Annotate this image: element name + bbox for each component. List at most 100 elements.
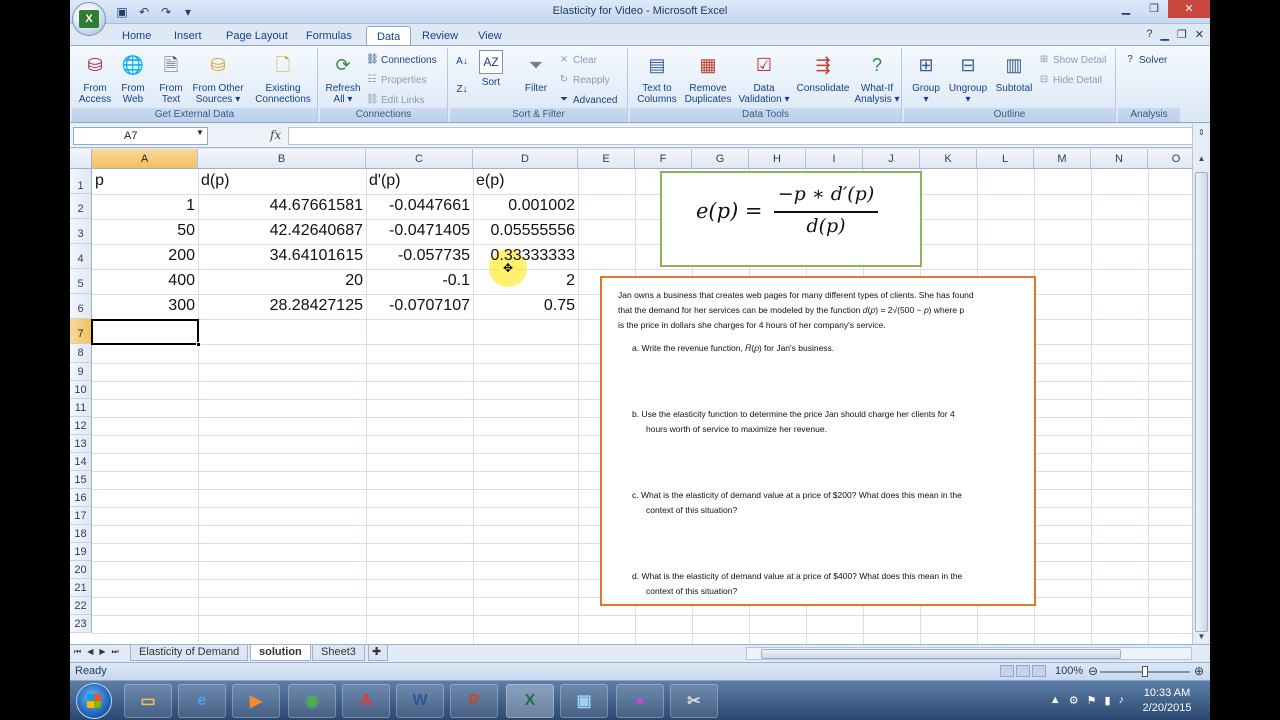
cell-c6[interactable]: -0.0707107 — [366, 297, 473, 315]
volume-icon[interactable]: ♪ — [1119, 694, 1125, 707]
chrome-icon[interactable]: ◉ — [288, 684, 336, 718]
cell-a1[interactable]: p — [92, 172, 198, 194]
cell-b3[interactable]: 42.42640687 — [198, 222, 366, 240]
ungroup-button[interactable]: ⊟ Ungroup ▾ — [946, 50, 990, 106]
ribbon-minimize-icon[interactable]: ▁ — [1160, 28, 1168, 41]
cell-b2[interactable]: 44.67661581 — [198, 197, 366, 215]
tab-insert[interactable]: Insert — [164, 26, 212, 46]
data-validation-button[interactable]: ☑ Data Validation ▾ — [736, 50, 792, 106]
split-box-icon[interactable]: ⇕ — [1193, 128, 1210, 142]
from-text-button[interactable]: 🗎 From Text — [154, 50, 188, 106]
row-header-1[interactable]: 1 — [70, 169, 92, 194]
column-header-j[interactable]: J — [863, 149, 920, 169]
column-header-b[interactable]: B — [198, 149, 366, 169]
help-icon[interactable]: ? — [1146, 28, 1152, 41]
row-header-10[interactable]: 10 — [70, 381, 92, 399]
tray-app-icon[interactable]: ⚙ — [1069, 694, 1079, 707]
formula-input[interactable] — [288, 127, 1198, 145]
connections-button[interactable]: ⛓ Connections — [366, 54, 437, 66]
photo-viewer-icon[interactable]: ▣ — [560, 684, 608, 718]
what-if-analysis-button[interactable]: ? What-If Analysis ▾ — [854, 50, 900, 106]
vertical-scrollbar[interactable]: ⇕ ▲ ▼ — [1192, 124, 1210, 646]
cell-c3[interactable]: -0.0471405 — [366, 222, 473, 240]
tab-home[interactable]: Home — [112, 26, 161, 46]
active-cell-a7[interactable] — [91, 319, 201, 347]
fill-handle[interactable] — [196, 342, 201, 347]
show-detail-button[interactable]: ⊞ Show Detail — [1038, 54, 1107, 66]
sheet-tab-elasticity-of-demand[interactable]: Elasticity of Demand — [130, 645, 249, 661]
zoom-level[interactable]: 100% — [1055, 665, 1083, 677]
cell-b4[interactable]: 34.64101615 — [198, 247, 366, 265]
cell-c1[interactable]: d'(p) — [366, 172, 473, 194]
row-header-18[interactable]: 18 — [70, 525, 92, 543]
snipping-tool-icon[interactable]: ✂ — [670, 684, 718, 718]
cell-a2[interactable]: 1 — [92, 197, 198, 215]
refresh-all-button[interactable]: ⟳ Refresh All ▾ — [324, 50, 362, 106]
cell-a6[interactable]: 300 — [92, 297, 198, 315]
cell-c2[interactable]: -0.0447661 — [366, 197, 473, 215]
action-center-icon[interactable]: ⚑ — [1087, 694, 1097, 707]
row-header-3[interactable]: 3 — [70, 219, 92, 244]
text-to-columns-button[interactable]: ▤ Text to Columns — [634, 50, 680, 106]
show-hidden-icons-icon[interactable]: ▲ — [1050, 694, 1061, 707]
row-header-5[interactable]: 5 — [70, 269, 92, 294]
horizontal-scrollbar[interactable] — [746, 647, 1192, 660]
workbook-close-icon[interactable]: ✕ — [1195, 28, 1204, 41]
scroll-up-icon[interactable]: ▲ — [1193, 154, 1210, 168]
reapply-button[interactable]: ↻ Reapply — [558, 74, 610, 86]
row-header-20[interactable]: 20 — [70, 561, 92, 579]
next-sheet-icon[interactable]: ▶ — [99, 647, 105, 657]
cell-a4[interactable]: 200 — [92, 247, 198, 265]
elasticity-formula-image[interactable]: e(p) = −p ∗ d′(p) d(p) — [660, 171, 922, 267]
maximize-icon[interactable]: ❐ — [1140, 0, 1168, 18]
name-box-dropdown-icon[interactable]: ▼ — [196, 128, 204, 137]
normal-view-icon[interactable] — [1000, 665, 1014, 677]
tab-formulas[interactable]: Formulas — [296, 26, 362, 46]
sort-z-a-button[interactable]: Z↓ — [454, 84, 470, 96]
column-header-i[interactable]: I — [806, 149, 863, 169]
row-header-21[interactable]: 21 — [70, 579, 92, 597]
cell-b5[interactable]: 20 — [198, 272, 366, 290]
row-header-9[interactable]: 9 — [70, 363, 92, 381]
cell-a5[interactable]: 400 — [92, 272, 198, 290]
tab-view[interactable]: View — [468, 26, 512, 46]
row-header-16[interactable]: 16 — [70, 489, 92, 507]
column-header-c[interactable]: C — [366, 149, 473, 169]
cell-d2[interactable]: 0.001002 — [473, 197, 578, 215]
column-header-m[interactable]: M — [1034, 149, 1091, 169]
column-header-d[interactable]: D — [473, 149, 578, 169]
row-header-14[interactable]: 14 — [70, 453, 92, 471]
column-header-l[interactable]: L — [977, 149, 1034, 169]
network-icon[interactable]: ▮ — [1104, 694, 1110, 707]
acrobat-icon[interactable]: A — [342, 684, 390, 718]
cell-b6[interactable]: 28.28427125 — [198, 297, 366, 315]
row-header-6[interactable]: 6 — [70, 294, 92, 319]
office-button[interactable]: X — [72, 2, 106, 36]
properties-button[interactable]: ☷ Properties — [366, 74, 427, 86]
column-header-k[interactable]: K — [920, 149, 977, 169]
tab-review[interactable]: Review — [412, 26, 468, 46]
cell-d5[interactable]: 2 — [473, 272, 578, 290]
cell-b1[interactable]: d(p) — [198, 172, 366, 194]
insert-sheet-icon[interactable]: ✚ — [368, 645, 388, 661]
media-player-icon[interactable]: ▶ — [232, 684, 280, 718]
horizontal-scroll-thumb[interactable] — [761, 649, 1121, 659]
sheet-tab-solution[interactable]: solution — [250, 645, 311, 661]
row-header-23[interactable]: 23 — [70, 615, 92, 633]
tab-page-layout[interactable]: Page Layout — [216, 26, 298, 46]
zoom-slider[interactable] — [1100, 666, 1190, 677]
column-header-g[interactable]: G — [692, 149, 749, 169]
last-sheet-icon[interactable]: ⏭ — [112, 647, 119, 657]
subtotal-button[interactable]: ▥ Subtotal — [992, 50, 1036, 95]
hide-detail-button[interactable]: ⊟ Hide Detail — [1038, 74, 1102, 86]
column-header-n[interactable]: N — [1091, 149, 1148, 169]
row-header-12[interactable]: 12 — [70, 417, 92, 435]
cell-c4[interactable]: -0.057735 — [366, 247, 473, 265]
worksheet-grid[interactable]: A B C D E F G H I J K L M N O 1 2 3 4 5 … — [70, 149, 1192, 644]
cell-a3[interactable]: 50 — [92, 222, 198, 240]
ribbon-restore-icon[interactable]: ❐ — [1177, 28, 1187, 41]
start-button[interactable] — [76, 683, 112, 719]
minimize-icon[interactable]: ▁ — [1112, 0, 1140, 18]
excel-taskbar-icon[interactable]: X — [506, 684, 554, 718]
from-access-button[interactable]: ⛁ From Access — [78, 50, 112, 106]
